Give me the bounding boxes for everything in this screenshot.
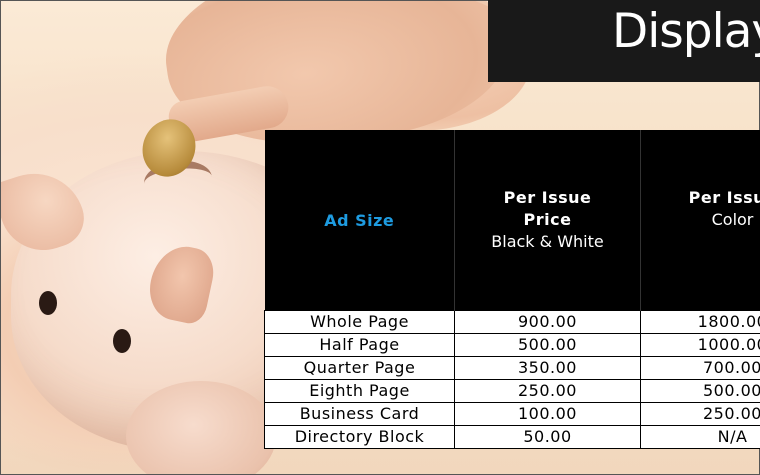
cell-bw: 500.00	[454, 333, 641, 357]
cell-color: 700.00	[640, 356, 760, 380]
cell-color: 500.00	[640, 379, 760, 403]
cell-bw: 50.00	[454, 425, 641, 449]
cell-color: 250.00	[640, 402, 760, 426]
header-color-price: Per Issue Color	[640, 130, 760, 311]
rates-table-container: Ad Size Per Issue Price Black & White Pe…	[264, 130, 760, 456]
cell-size: Directory Block	[264, 425, 455, 449]
header-spacer	[641, 231, 760, 253]
cell-bw: 350.00	[454, 356, 641, 380]
header-color-line1: Per Issue	[688, 188, 760, 207]
header-bw-line1: Per Issue	[503, 188, 592, 207]
table-row: Directory Block 50.00 N/A	[264, 425, 760, 449]
cell-color: N/A	[640, 425, 760, 449]
cell-color: 1800.00	[640, 310, 760, 334]
cell-bw: 900.00	[454, 310, 641, 334]
cell-size: Business Card	[264, 402, 455, 426]
piggy-eye	[39, 291, 57, 315]
cell-size: Half Page	[264, 333, 455, 357]
rates-table: Ad Size Per Issue Price Black & White Pe…	[264, 130, 760, 449]
cell-size: Quarter Page	[264, 356, 455, 380]
header-bw-sub: Black & White	[491, 232, 604, 251]
cell-color: 1000.00	[640, 333, 760, 357]
table-row: Half Page 500.00 1000.00	[264, 333, 760, 357]
cell-bw: 250.00	[454, 379, 641, 403]
cell-size: Whole Page	[264, 310, 455, 334]
table-row: Business Card 100.00 250.00	[264, 402, 760, 426]
table-header-row: Ad Size Per Issue Price Black & White Pe…	[264, 130, 760, 311]
table-row: Quarter Page 350.00 700.00	[264, 356, 760, 380]
piggy-eye	[113, 329, 131, 353]
slide-title: Display	[612, 4, 760, 59]
header-bw-price: Per Issue Price Black & White	[454, 130, 641, 311]
table-row: Whole Page 900.00 1800.00	[264, 310, 760, 334]
header-bw-line2: Price	[523, 210, 572, 229]
cell-bw: 100.00	[454, 402, 641, 426]
header-color-sub: Color	[711, 210, 754, 229]
table-row: Eighth Page 250.00 500.00	[264, 379, 760, 403]
header-ad-size: Ad Size	[264, 130, 455, 311]
cell-size: Eighth Page	[264, 379, 455, 403]
